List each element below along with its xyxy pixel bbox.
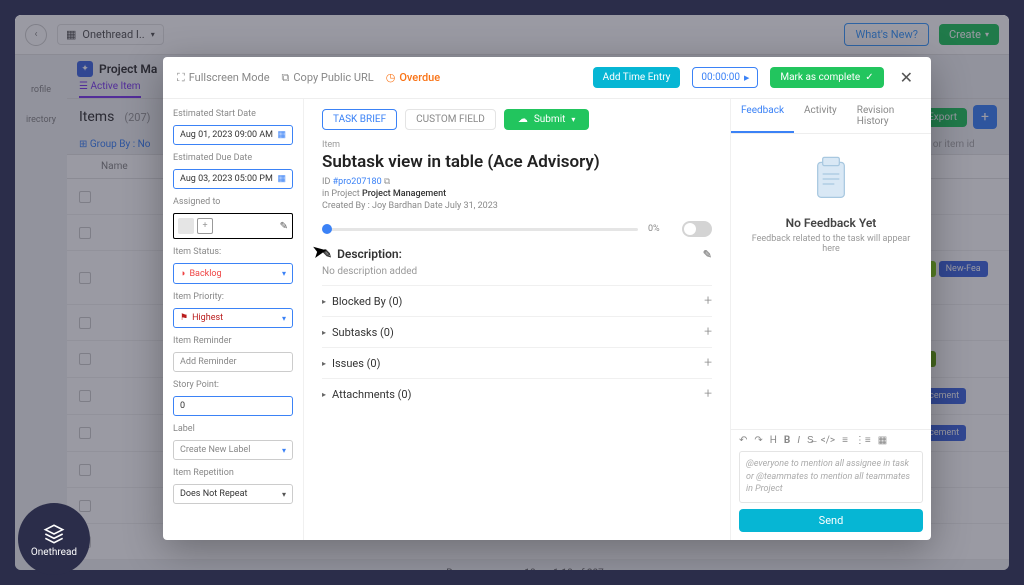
add-subtask-button[interactable]: +	[704, 324, 712, 340]
strike-icon[interactable]: S̶	[807, 435, 814, 446]
chevron-down-icon: ▾	[282, 490, 286, 499]
chevron-right-icon: ▸	[322, 359, 326, 368]
chevron-down-icon: ▾	[571, 115, 575, 124]
label-select[interactable]: Create New Label▾	[173, 440, 293, 460]
overdue-badge: ◷ Overdue	[386, 71, 440, 84]
tab-revision[interactable]: Revision History	[847, 99, 931, 133]
progress-toggle[interactable]	[682, 221, 712, 237]
description-text: No description added	[322, 266, 712, 277]
add-issue-button[interactable]: +	[704, 355, 712, 371]
add-blocker-button[interactable]: +	[704, 293, 712, 309]
edit-icon: ✎	[280, 221, 288, 232]
status-label: Item Status:	[173, 247, 293, 257]
flag-icon: ⚑	[180, 313, 188, 323]
assigned-label: Assigned to	[173, 197, 293, 207]
due-date-label: Estimated Due Date	[173, 153, 293, 163]
cursor-pointer-icon: ➤	[310, 240, 329, 263]
reminder-input[interactable]: Add Reminder	[173, 352, 293, 372]
attachments-section[interactable]: ▸Attachments (0)+	[322, 378, 712, 409]
chevron-down-icon: ▾	[282, 269, 286, 278]
close-button[interactable]: ✕	[896, 68, 917, 87]
repetition-select[interactable]: Does Not Repeat▾	[173, 484, 293, 504]
task-properties-pane: Estimated Start Date Aug 01, 2023 09:00 …	[163, 99, 303, 540]
feedback-empty-state: No Feedback Yet Feedback related to the …	[731, 134, 931, 429]
ordered-list-icon[interactable]: ≡	[842, 435, 848, 446]
issues-section[interactable]: ▸Issues (0)+	[322, 347, 712, 378]
image-icon[interactable]: ▦	[878, 435, 887, 446]
fullscreen-button[interactable]: ⛶ Fullscreen Mode	[177, 71, 270, 85]
empty-title: No Feedback Yet	[786, 216, 877, 230]
check-icon: ✓	[865, 72, 873, 83]
compose-toolbar: ↶ ↷ H B I S̶ </> ≡ ⋮≡ ▦	[731, 429, 931, 451]
tab-activity[interactable]: Activity	[794, 99, 847, 133]
task-detail-pane: TASK BRIEF CUSTOM FIELD ☁Submit▾ Item Su…	[303, 99, 731, 540]
chevron-right-icon: ▸	[322, 328, 326, 337]
project-line: in Project Project Management	[322, 189, 712, 199]
story-point-input[interactable]: 0	[173, 396, 293, 416]
empty-feedback-icon	[806, 154, 856, 204]
subtasks-section[interactable]: ▸Subtasks (0)+	[322, 316, 712, 347]
clock-icon: ◷	[386, 71, 396, 84]
add-attachment-button[interactable]: +	[704, 386, 712, 402]
progress-percent: 0%	[648, 224, 672, 234]
undo-icon[interactable]: ↶	[739, 435, 747, 446]
code-icon[interactable]: </>	[821, 435, 835, 446]
progress-slider[interactable]	[322, 228, 638, 231]
blocked-by-section[interactable]: ▸Blocked By (0)+	[322, 285, 712, 316]
play-icon: ▶	[744, 74, 749, 82]
bold-icon[interactable]: B	[784, 435, 790, 446]
start-date-input[interactable]: Aug 01, 2023 09:00 AM▦	[173, 125, 293, 145]
task-title: Subtask view in table (Ace Advisory)	[322, 152, 712, 172]
start-date-label: Estimated Start Date	[173, 109, 293, 119]
modal-toolbar: ⛶ Fullscreen Mode ⧉ Copy Public URL ◷ Ov…	[163, 57, 931, 99]
copy-icon: ⧉	[282, 71, 290, 85]
copy-icon[interactable]: ⧉	[384, 177, 390, 187]
priority-label: Item Priority:	[173, 292, 293, 302]
label-label: Label	[173, 424, 293, 434]
onethread-logo: Onethread	[18, 503, 90, 575]
tab-custom-field[interactable]: CUSTOM FIELD	[405, 109, 496, 130]
assigned-to-input[interactable]: + ✎	[173, 213, 293, 239]
priority-select[interactable]: ⚑Highest▾	[173, 308, 293, 328]
expand-icon: ⛶	[177, 71, 185, 85]
reminder-label: Item Reminder	[173, 336, 293, 346]
assignee-avatar	[178, 218, 194, 234]
description-heading: ✎ Description: ✎	[322, 247, 712, 261]
due-date-input[interactable]: Aug 03, 2023 05:00 PM▦	[173, 169, 293, 189]
tab-task-brief[interactable]: TASK BRIEF	[322, 109, 397, 130]
send-button[interactable]: Send	[739, 509, 923, 532]
status-select[interactable]: ◑Backlog▾	[173, 263, 293, 284]
timer-chip[interactable]: 00:00:00▶	[692, 67, 758, 88]
empty-subtitle: Feedback related to the task will appear…	[745, 234, 917, 254]
task-id-line: ID #pro207180 ⧉	[322, 177, 712, 187]
chevron-right-icon: ▸	[322, 390, 326, 399]
italic-icon[interactable]: I	[797, 435, 800, 446]
mark-complete-button[interactable]: Mark as complete✓	[770, 67, 883, 88]
created-by-line: Created By : Joy Bardhan Date July 31, 2…	[322, 201, 712, 211]
redo-icon[interactable]: ↷	[754, 435, 762, 446]
feedback-compose-input[interactable]: @everyone to mention all assignee in tas…	[739, 451, 923, 503]
edit-description-button[interactable]: ✎	[703, 248, 712, 261]
status-dot-icon: ◑	[180, 268, 185, 279]
item-type-label: Item	[322, 140, 712, 150]
upload-icon: ☁	[518, 114, 528, 125]
bullet-list-icon[interactable]: ⋮≡	[855, 435, 871, 446]
add-time-button[interactable]: Add Time Entry	[593, 67, 681, 88]
story-point-label: Story Point:	[173, 380, 293, 390]
task-id-link[interactable]: #pro207180	[333, 177, 382, 187]
calendar-icon: ▦	[277, 130, 286, 140]
chevron-down-icon: ▾	[282, 314, 286, 323]
chevron-down-icon: ▾	[282, 446, 286, 455]
progress-row: 0%	[322, 221, 712, 237]
submit-button[interactable]: ☁Submit▾	[504, 109, 590, 130]
heading-icon[interactable]: H	[770, 435, 777, 446]
task-modal: ⛶ Fullscreen Mode ⧉ Copy Public URL ◷ Ov…	[163, 57, 931, 540]
chevron-right-icon: ▸	[322, 297, 326, 306]
copy-url-button[interactable]: ⧉ Copy Public URL	[282, 71, 374, 85]
add-assignee-icon: +	[197, 218, 213, 234]
repetition-label: Item Repetition	[173, 468, 293, 478]
activity-pane: Feedback Activity Revision History No Fe…	[731, 99, 931, 540]
calendar-icon: ▦	[277, 174, 286, 184]
tab-feedback[interactable]: Feedback	[731, 99, 794, 133]
